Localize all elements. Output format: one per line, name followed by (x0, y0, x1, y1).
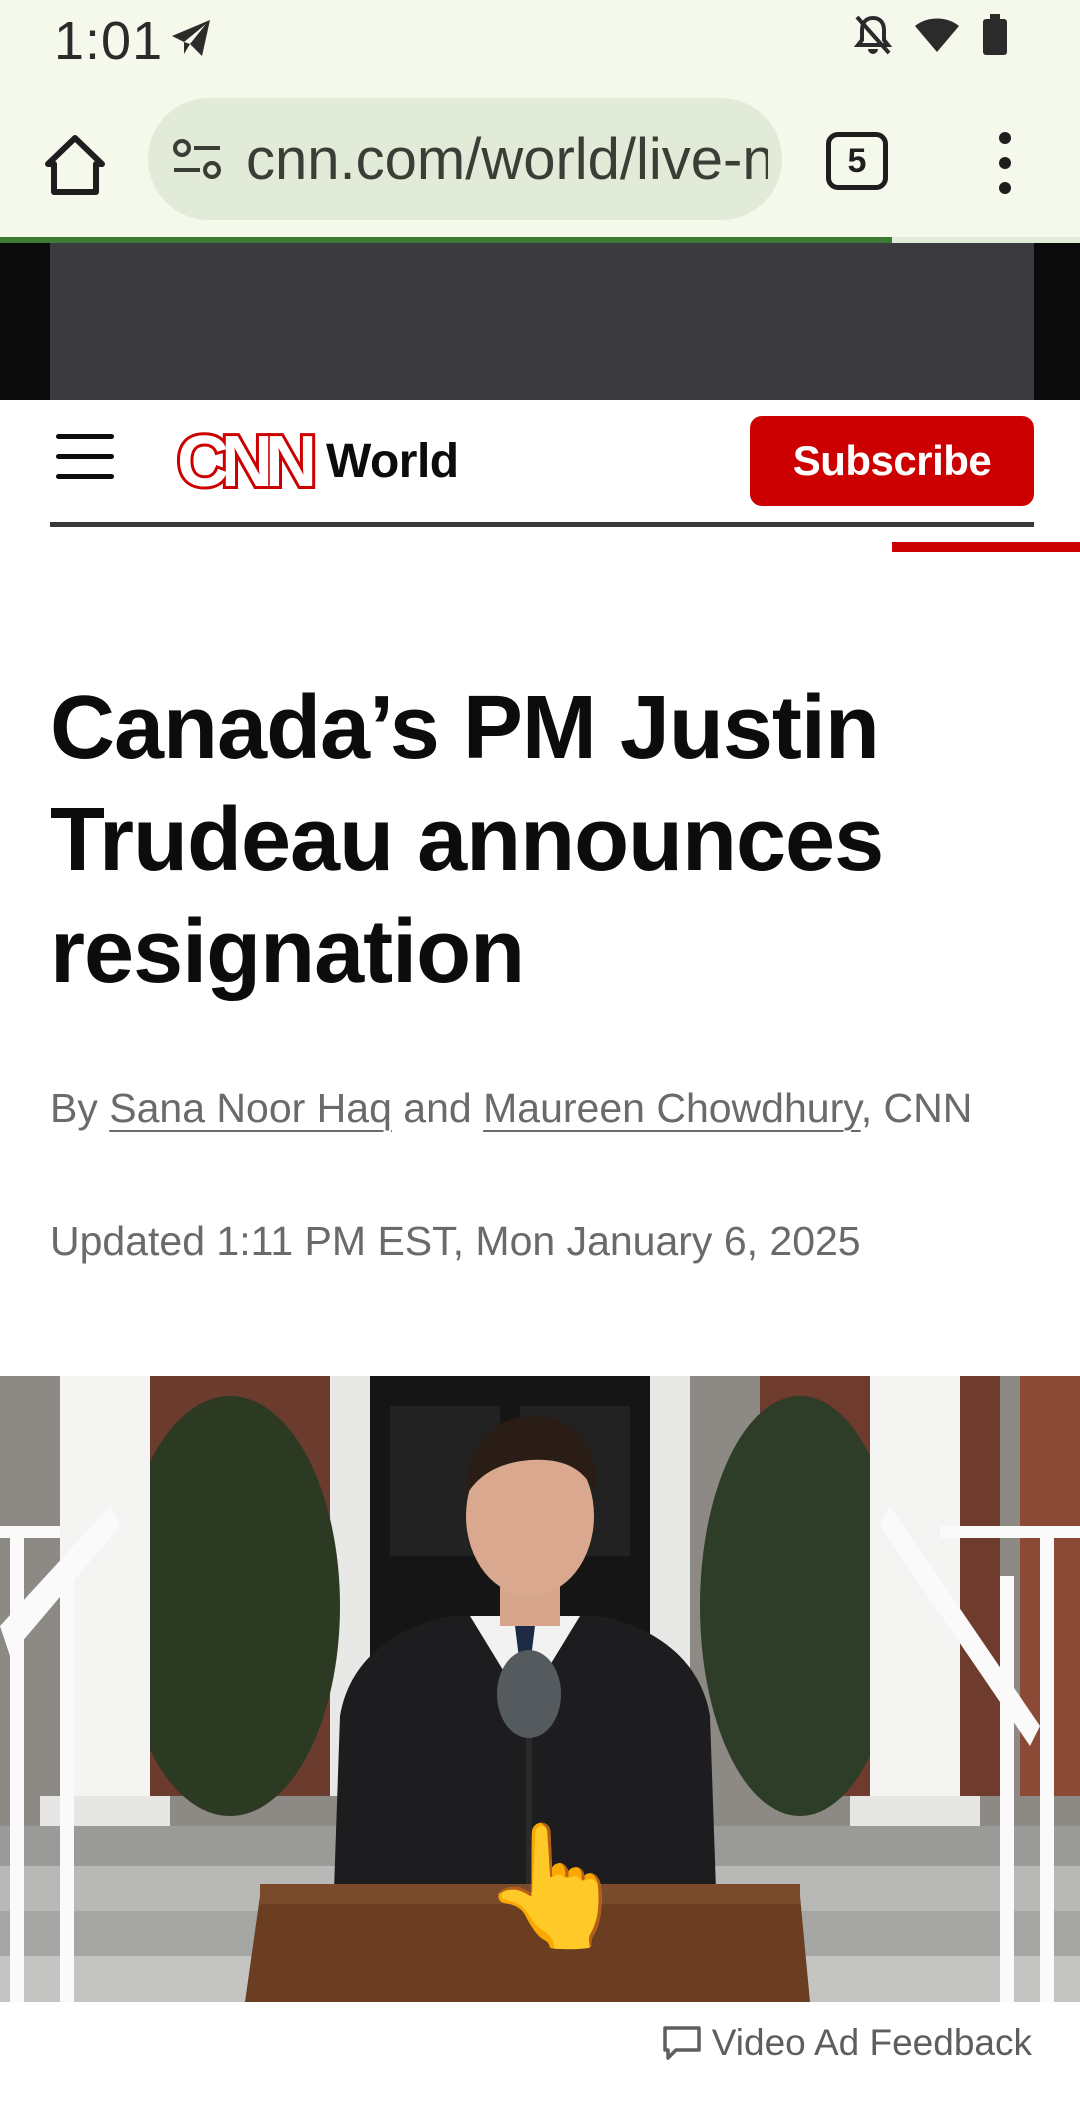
tab-switcher-button[interactable]: 5 (826, 132, 888, 190)
status-bar: 1:01 (0, 0, 1080, 84)
ad-banner (0, 243, 1080, 400)
home-icon[interactable] (40, 130, 110, 200)
bell-off-icon (854, 15, 892, 55)
browser-toolbar: cnn.com/world/live-news 5 (0, 84, 1080, 240)
address-bar[interactable]: cnn.com/world/live-news (148, 98, 782, 220)
url-text: cnn.com/world/live-news (246, 127, 768, 192)
ad-placeholder (50, 243, 1034, 400)
feedback-icon (663, 2026, 701, 2060)
section-name[interactable]: World (326, 434, 459, 489)
cnn-logo[interactable]: CNN (170, 426, 316, 496)
site-header: CNN World Subscribe (0, 400, 1080, 552)
menu-icon[interactable] (56, 434, 114, 480)
header-divider (50, 522, 1034, 527)
overflow-menu-icon[interactable] (990, 130, 1020, 196)
status-time: 1:01 (54, 11, 164, 71)
battery-icon (983, 14, 1007, 55)
telegram-icon (172, 20, 210, 56)
svg-text:CNN: CNN (177, 426, 313, 496)
subscribe-button[interactable]: Subscribe (750, 416, 1034, 506)
byline-conjunction: and (403, 1085, 472, 1131)
video-ad-feedback-label: Video Ad Feedback (711, 2022, 1032, 2063)
video-ad-feedback-link[interactable]: Video Ad Feedback (662, 2022, 1032, 2064)
updated-timestamp: Updated 1:11 PM EST, Mon January 6, 2025 (50, 1218, 861, 1264)
video-player[interactable]: 👆 (0, 1376, 1080, 2002)
status-icons (854, 14, 1008, 56)
author-link-2[interactable]: Maureen Chowdhury (483, 1085, 861, 1131)
byline-prefix: By (50, 1085, 98, 1131)
header-accent (892, 542, 1080, 552)
byline-source: , CNN (860, 1085, 973, 1131)
author-link-1[interactable]: Sana Noor Haq (109, 1085, 392, 1131)
pointer-overlay-icon: 👆 (480, 1819, 630, 1953)
article-headline: Canada’s PM Justin Trudeau announces res… (50, 678, 884, 1002)
wifi-icon (915, 18, 959, 52)
site-settings-icon[interactable] (172, 136, 222, 182)
byline: By Sana Noor Haq and Maureen Chowdhury, … (50, 1078, 1040, 1139)
